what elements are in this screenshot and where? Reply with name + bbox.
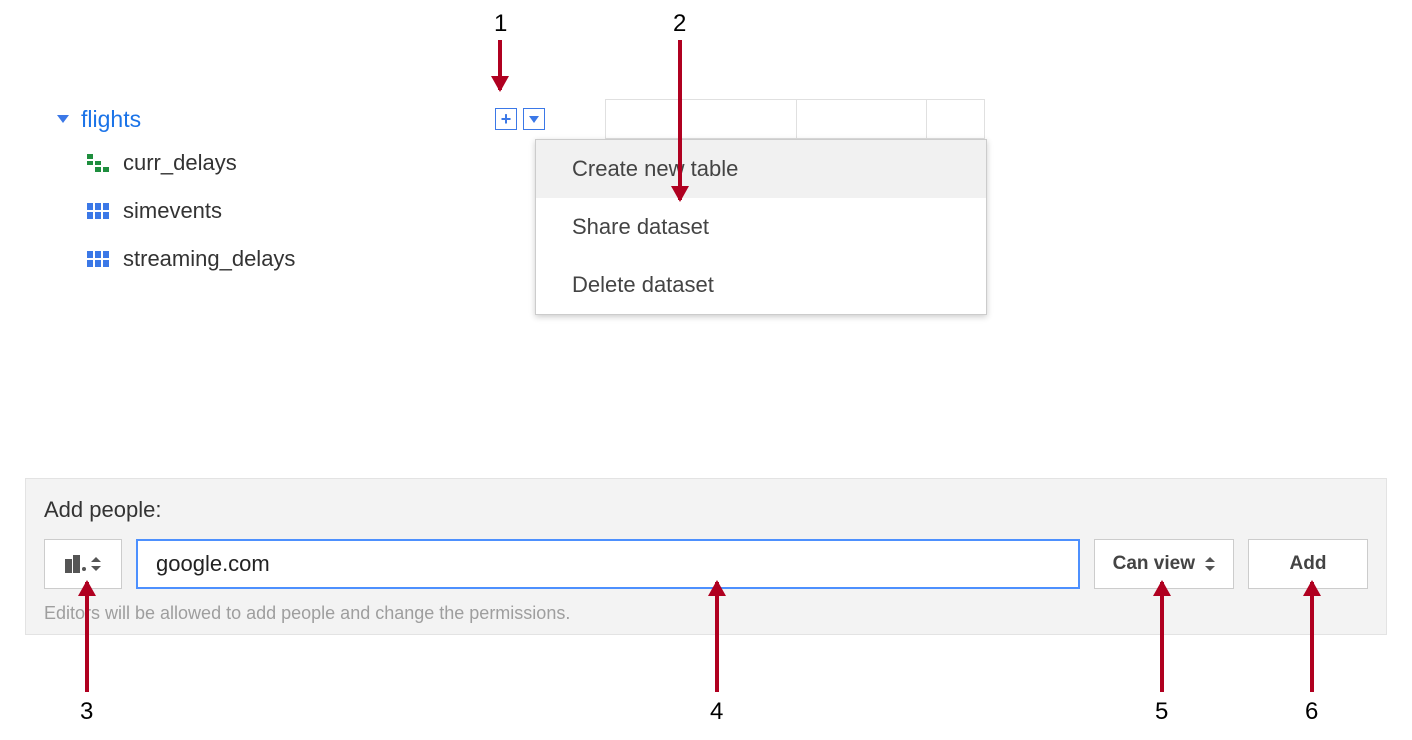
callout-arrow-icon	[1160, 582, 1164, 692]
callout-number-5: 5	[1155, 698, 1168, 726]
dataset-menu-button[interactable]	[523, 108, 545, 130]
dataset-row[interactable]: flights +	[25, 99, 545, 139]
add-table-button[interactable]: +	[495, 108, 517, 130]
callout-number-6: 6	[1305, 698, 1318, 726]
menu-item-create-table[interactable]: Create new table	[536, 140, 986, 198]
chevron-down-icon	[529, 116, 539, 123]
table-row[interactable]: curr_delays	[25, 139, 545, 187]
updown-caret-icon	[1205, 557, 1215, 571]
disclosure-triangle-icon[interactable]	[57, 115, 69, 123]
callout-number-3: 3	[80, 698, 93, 726]
table-name: streaming_delays	[123, 246, 295, 272]
view-icon	[87, 154, 109, 172]
callout-arrow-icon	[85, 582, 89, 692]
dataset-navigator: flights + curr_delays simevents	[25, 99, 545, 283]
add-people-input[interactable]	[136, 539, 1080, 589]
permissions-helper-text: Editors will be allowed to add people an…	[44, 603, 1368, 624]
table-icon	[87, 251, 109, 267]
table-row[interactable]: simevents	[25, 187, 545, 235]
share-title: Add people:	[44, 497, 1368, 523]
callout-number-1: 1	[494, 10, 507, 38]
table-name: curr_delays	[123, 150, 237, 176]
callout-arrow-icon	[715, 582, 719, 692]
table-name: simevents	[123, 198, 222, 224]
table-icon	[87, 203, 109, 219]
table-row[interactable]: streaming_delays	[25, 235, 545, 283]
share-panel: Add people: Can view Add Editors will be…	[25, 478, 1387, 635]
plus-icon: +	[501, 110, 512, 128]
callout-number-4: 4	[710, 698, 723, 726]
callout-arrow-icon	[1310, 582, 1314, 692]
updown-caret-icon	[91, 557, 101, 571]
permission-label: Can view	[1113, 553, 1195, 575]
background-grid	[605, 99, 985, 139]
callout-number-2: 2	[673, 10, 686, 38]
menu-item-delete-dataset[interactable]: Delete dataset	[536, 256, 986, 314]
menu-item-share-dataset[interactable]: Share dataset	[536, 198, 986, 256]
dataset-context-menu: Create new table Share dataset Delete da…	[535, 139, 987, 315]
callout-arrow-icon	[678, 40, 682, 200]
domain-icon	[65, 555, 85, 573]
callout-arrow-icon	[498, 40, 502, 90]
dataset-name: flights	[81, 106, 489, 133]
